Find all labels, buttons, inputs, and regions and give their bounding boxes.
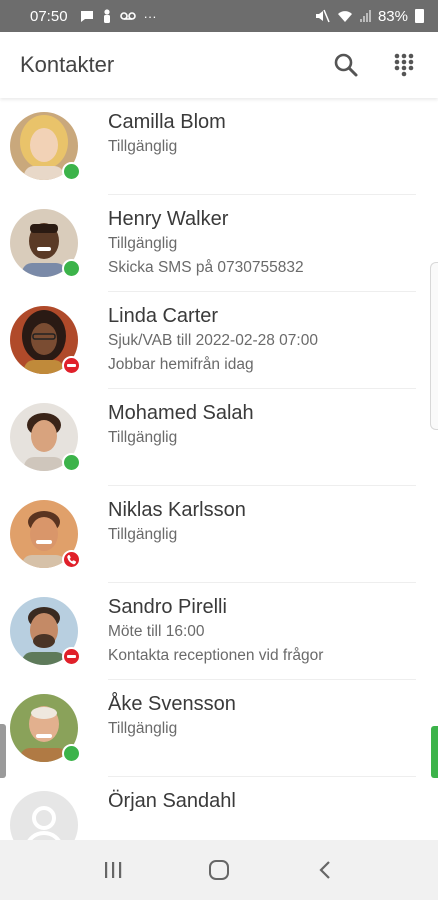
dialpad-button[interactable]	[390, 51, 418, 79]
contact-status: Tillgänglig	[108, 235, 178, 252]
page-title: Kontakter	[20, 52, 115, 77]
navigation-bar	[0, 840, 438, 900]
recents-button[interactable]	[93, 850, 133, 890]
app-bar: Kontakter	[0, 32, 438, 98]
contact-note: Skicka SMS på 0730755832	[108, 259, 304, 276]
search-button[interactable]	[332, 51, 360, 79]
back-icon	[319, 861, 330, 879]
contact-row[interactable]: Örjan Sandahl	[0, 777, 438, 840]
home-button[interactable]	[199, 850, 239, 890]
status-bar: 07:50 ··· 83%	[0, 0, 438, 32]
contact-row[interactable]: Niklas Karlsson Tillgänglig	[0, 486, 438, 583]
contact-name: Åke Svensson	[108, 693, 236, 715]
presence-available-icon	[62, 162, 81, 181]
contact-status: Tillgänglig	[108, 720, 178, 737]
contact-name: Camilla Blom	[108, 111, 226, 133]
presence-available-icon	[62, 744, 81, 763]
contact-row[interactable]: Linda Carter Sjuk/VAB till 2022-02-28 07…	[0, 292, 438, 389]
more-icon: ···	[143, 8, 157, 24]
avatar	[10, 209, 81, 278]
presence-busy-icon	[62, 647, 81, 666]
contact-name: Henry Walker	[108, 208, 229, 230]
voicemail-icon	[119, 12, 136, 20]
contact-list[interactable]: Camilla Blom Tillgänglig Henry Walker Ti…	[0, 98, 438, 840]
contact-status: Sjuk/VAB till 2022-02-28 07:00	[108, 332, 318, 349]
contact-row[interactable]: Henry Walker Tillgänglig Skicka SMS på 0…	[0, 195, 438, 292]
scroll-handle[interactable]	[430, 262, 438, 430]
contact-name: Niklas Karlsson	[108, 499, 246, 521]
default-avatar-icon	[10, 791, 78, 840]
home-icon	[209, 860, 229, 880]
presence-busy-icon	[62, 356, 81, 375]
person-icon	[103, 9, 110, 23]
message-icon	[80, 10, 93, 22]
contact-name: Mohamed Salah	[108, 402, 254, 424]
contact-status: Tillgänglig	[108, 138, 178, 155]
contact-status: Möte till 16:00	[108, 623, 205, 640]
status-time: 07:50	[30, 7, 68, 25]
signal-icon	[359, 10, 371, 22]
wifi-icon	[337, 10, 352, 22]
recents-icon	[105, 862, 122, 878]
contact-row[interactable]: Åke Svensson Tillgänglig	[0, 680, 438, 777]
presence-available-icon	[62, 453, 81, 472]
contact-status: Tillgänglig	[108, 429, 178, 446]
avatar	[10, 597, 81, 666]
back-button[interactable]	[305, 850, 345, 890]
contact-name: Sandro Pirelli	[108, 596, 227, 618]
side-handle[interactable]	[0, 724, 6, 778]
search-icon	[334, 53, 358, 77]
presence-on-call-icon	[62, 550, 81, 569]
contact-row[interactable]: Mohamed Salah Tillgänglig	[0, 389, 438, 486]
contact-name: Linda Carter	[108, 305, 219, 327]
contact-row[interactable]: Camilla Blom Tillgänglig	[0, 98, 438, 195]
avatar	[10, 403, 81, 472]
avatar	[10, 694, 81, 763]
contact-note: Kontakta receptionen vid frågor	[108, 647, 324, 664]
avatar	[10, 306, 81, 375]
contact-note: Jobbar hemifrån idag	[108, 356, 254, 373]
contact-status: Tillgänglig	[108, 526, 178, 543]
battery-percent: 83%	[377, 7, 408, 25]
edge-panel-handle[interactable]	[431, 726, 438, 778]
mute-icon	[315, 9, 330, 23]
avatar	[10, 791, 78, 840]
battery-icon	[415, 9, 424, 23]
avatar	[10, 112, 81, 181]
presence-available-icon	[62, 259, 81, 278]
contact-name: Örjan Sandahl	[108, 790, 236, 812]
dialpad-icon	[394, 53, 414, 77]
contact-row[interactable]: Sandro Pirelli Möte till 16:00 Kontakta …	[0, 583, 438, 680]
avatar	[10, 500, 81, 569]
